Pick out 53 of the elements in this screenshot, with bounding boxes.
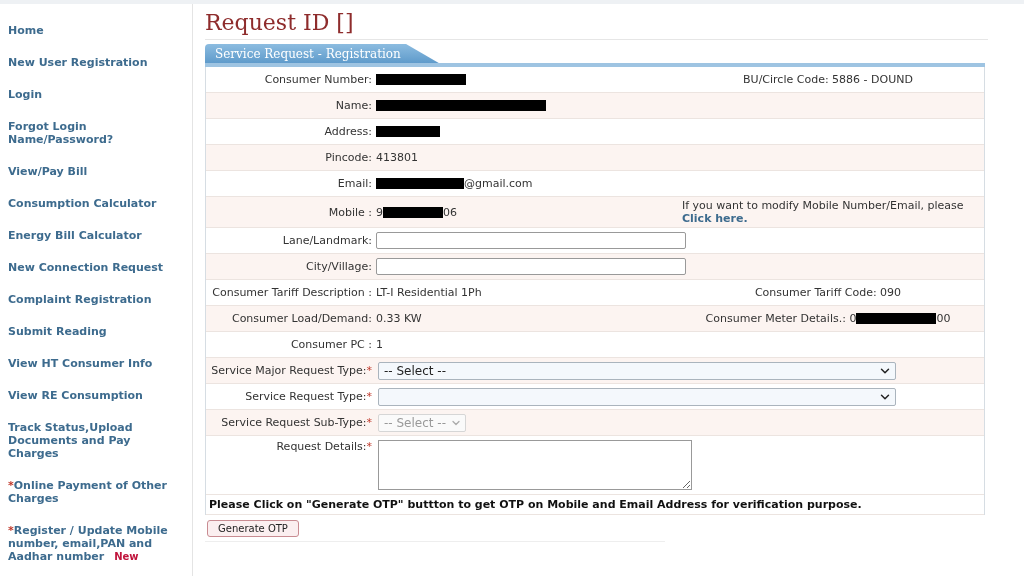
otp-instruction: Please Click on "Generate OTP" buttton to get OTP on Mobile and Email Address for verification purpose. bbox=[206, 495, 984, 515]
field-label: Consumer Load/Demand: bbox=[230, 312, 373, 325]
sidebar-link[interactable]: View HT Consumer Info bbox=[8, 357, 184, 370]
sidebar-link[interactable]: Track Status,Upload Documents and Pay Charges bbox=[8, 421, 184, 460]
field-value: BU/Circle Code: 5886 - DOUND bbox=[743, 73, 913, 86]
sidebar-link[interactable]: Forgot Login Name/Password? bbox=[8, 120, 184, 146]
redaction-bar bbox=[376, 126, 440, 137]
sidebar-link[interactable]: New Connection Request bbox=[8, 261, 184, 274]
field-value: LT-I Residential 1Ph bbox=[376, 286, 482, 299]
field-label: Lane/Landmark: bbox=[281, 234, 373, 247]
text-input[interactable] bbox=[376, 232, 686, 249]
sidebar-link[interactable]: View/Pay Bill bbox=[8, 165, 184, 178]
field-label: Pincode: bbox=[324, 151, 373, 164]
sidebar-link[interactable]: Submit Reading bbox=[8, 325, 184, 338]
field-label: Email: bbox=[336, 177, 373, 190]
field-label: Service Request Type:* bbox=[244, 390, 373, 403]
sidebar-link[interactable]: Complaint Registration bbox=[8, 293, 184, 306]
field-label: Service Request Sub-Type:* bbox=[220, 416, 373, 429]
field-label: Consumer Tariff Description : bbox=[211, 286, 373, 299]
field-label: Address: bbox=[323, 125, 373, 138]
field-value: 9 bbox=[376, 205, 383, 219]
click-here-link[interactable]: Click here. bbox=[682, 212, 748, 225]
field-value: @gmail.com bbox=[464, 177, 533, 190]
sidebar-link[interactable]: Login bbox=[8, 88, 184, 101]
field-label: Consumer PC : bbox=[289, 338, 373, 351]
field-label: Request Details:* bbox=[275, 440, 373, 453]
field-value: 00 bbox=[936, 312, 951, 325]
dropdown-select[interactable] bbox=[378, 387, 896, 406]
field-value: Consumer Meter Details.: 0 bbox=[705, 312, 857, 325]
field-value: Consumer Tariff Code: 090 bbox=[754, 286, 902, 299]
field-value: 1 bbox=[376, 338, 383, 351]
field-label: Mobile : bbox=[327, 205, 373, 219]
sidebar-link[interactable]: *Register / Update Mobile number, email,PAN and Aadhar number New bbox=[8, 524, 184, 563]
sidebar-link[interactable]: Consumption Calculator bbox=[8, 197, 184, 210]
page-title: Request ID [] bbox=[205, 10, 988, 40]
field-label: Name: bbox=[334, 99, 373, 112]
redaction-bar bbox=[383, 206, 443, 218]
dropdown-select[interactable]: -- Select -- bbox=[378, 361, 896, 380]
request-details-field[interactable] bbox=[378, 440, 692, 490]
modify-contact-note: If you want to modify Mobile Number/Email, please Click here. bbox=[681, 198, 965, 227]
sidebar-link[interactable]: View RE Consumption bbox=[8, 389, 184, 402]
sidebar-link[interactable]: Home bbox=[8, 24, 184, 37]
sidebar-link[interactable]: *Online Payment of Other Charges bbox=[8, 479, 184, 505]
sidebar-link[interactable]: Energy Bill Calculator bbox=[8, 229, 184, 242]
field-label: Service Major Request Type:* bbox=[210, 364, 373, 377]
text-input[interactable] bbox=[376, 258, 686, 275]
field-value: 06 bbox=[443, 205, 457, 219]
field-label: City/Village: bbox=[305, 260, 373, 273]
field-label: Consumer Number: bbox=[263, 73, 373, 86]
sidebar-link[interactable]: New User Registration bbox=[8, 56, 184, 69]
field-value: 0.33 KW bbox=[376, 312, 422, 325]
field-value: 413801 bbox=[376, 151, 418, 164]
generate-otp-button[interactable]: Generate OTP bbox=[207, 520, 299, 537]
